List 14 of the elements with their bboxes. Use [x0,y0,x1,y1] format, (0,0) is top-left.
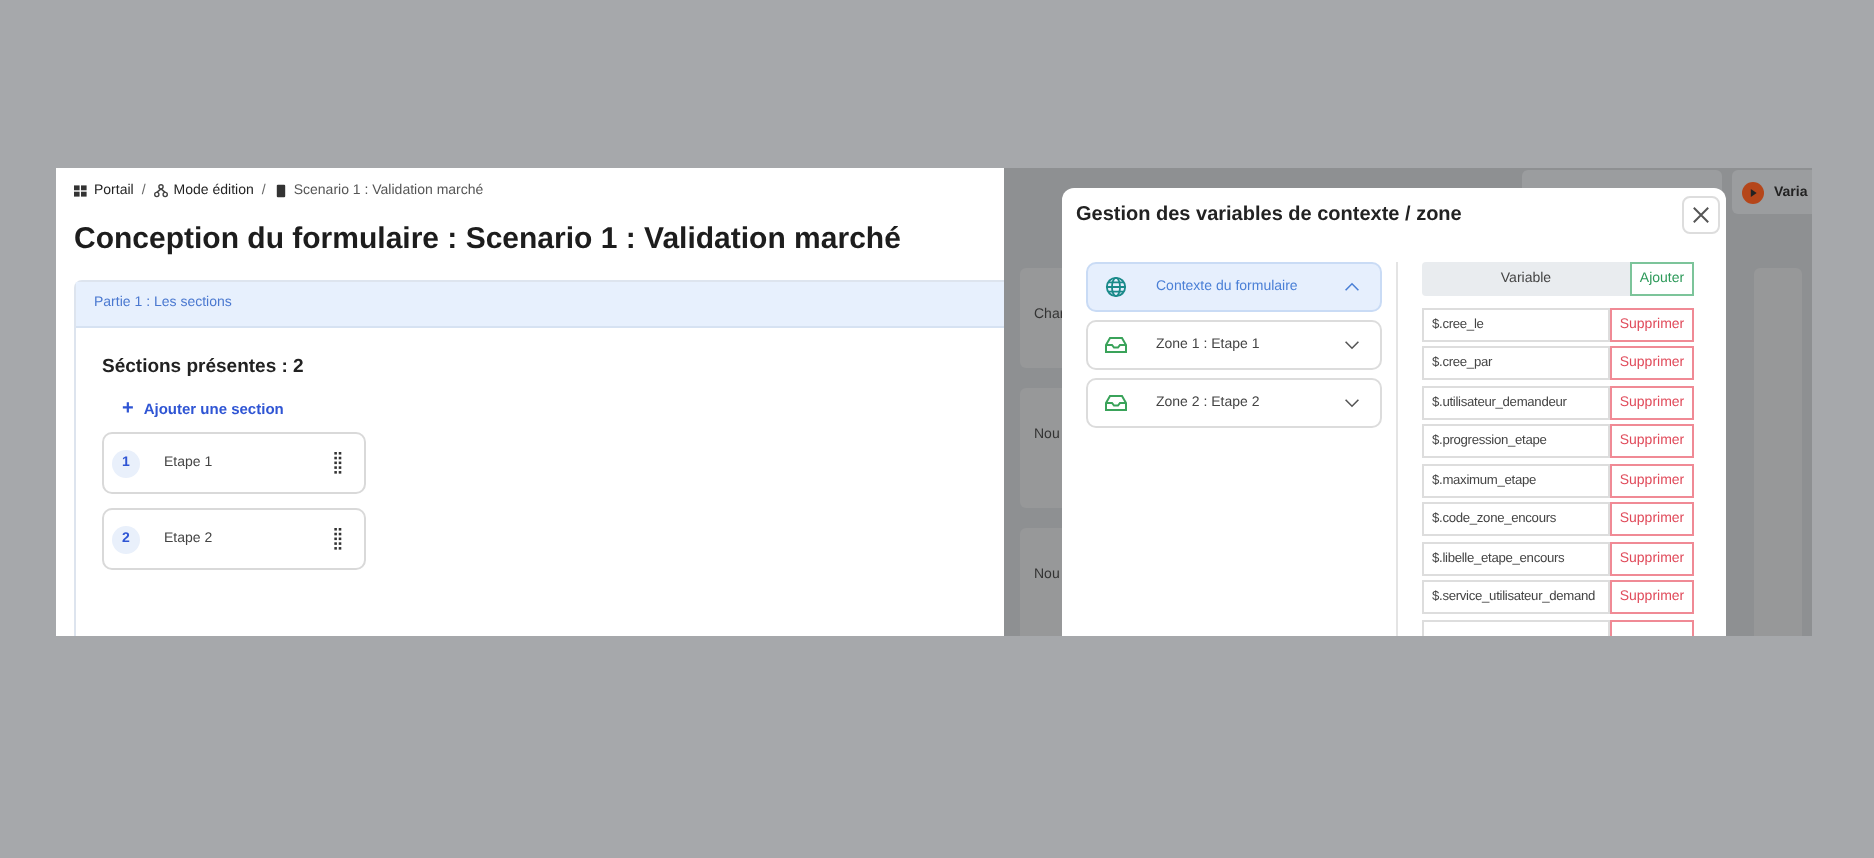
close-icon [1692,206,1710,224]
drag-handle-icon[interactable] [334,452,342,474]
drag-handle-icon[interactable] [334,528,342,550]
inbox-icon [1104,392,1128,414]
sections-count: Séctions présentes : 2 [102,356,306,378]
inbox-icon [1104,334,1128,356]
page-title: Conception du formulaire : Scenario 1 : Validation marché [74,222,903,258]
document-icon [273,183,288,197]
grid-icon [74,183,88,197]
network-icon [153,183,168,197]
globe-icon [1104,276,1128,298]
close-button[interactable] [1682,196,1720,234]
play-icon [1742,181,1764,203]
modal-title: Gestion des variables de contexte / zone [1076,204,1462,226]
